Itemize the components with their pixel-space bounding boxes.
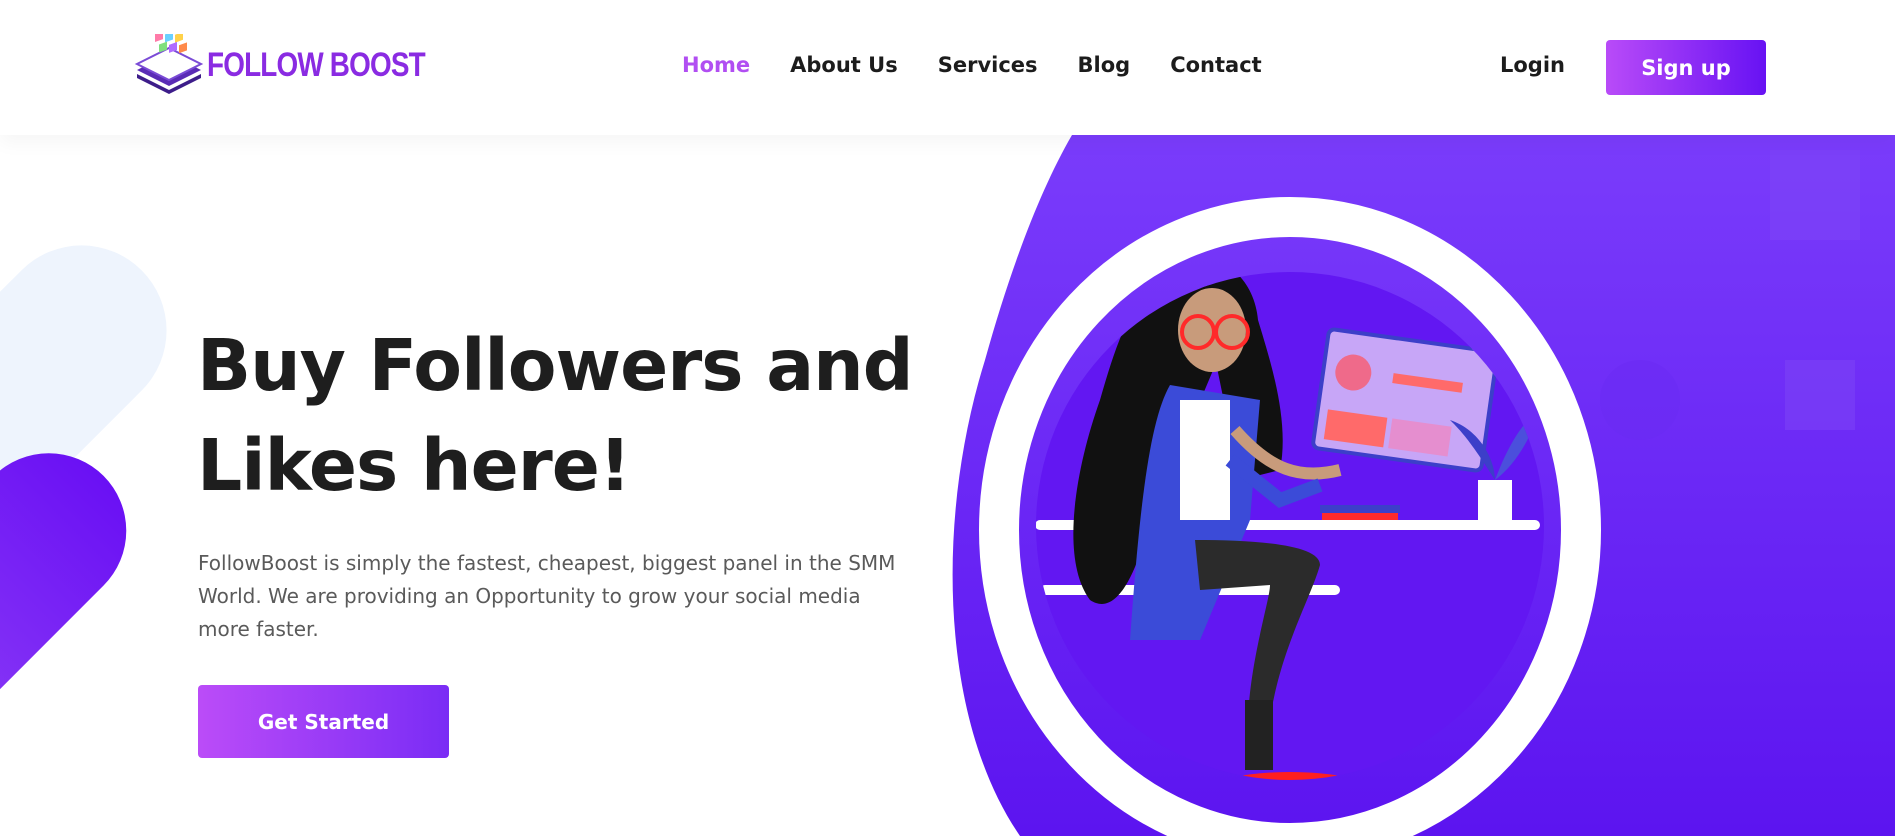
decorative-purple-pill <box>0 421 159 743</box>
hero-title: Buy Followers and Likes here! <box>197 316 957 516</box>
nav-item-contact[interactable]: Contact <box>1170 53 1262 77</box>
brand-logo[interactable]: FOLLOW BOOST <box>133 34 426 100</box>
nav-item-home[interactable]: Home <box>682 53 750 77</box>
nav-item-blog[interactable]: Blog <box>1078 53 1131 77</box>
white-ring <box>979 197 1601 836</box>
smartphone-app-grid-icon <box>134 34 204 94</box>
nav-item-services[interactable]: Services <box>938 53 1038 77</box>
login-link[interactable]: Login <box>1500 53 1565 77</box>
purple-backdrop <box>952 135 1895 836</box>
main-nav: Home About Us Services Blog Contact <box>682 53 1302 77</box>
nav-item-about-us[interactable]: About Us <box>790 53 898 77</box>
get-started-button[interactable]: Get Started <box>198 685 449 758</box>
hero-title-line2: Likes here! <box>197 424 631 507</box>
hero-description: FollowBoost is simply the fastest, cheap… <box>198 551 896 641</box>
signup-button[interactable]: Sign up <box>1606 40 1766 95</box>
page: FOLLOW BOOST Home About Us Services Blog… <box>0 0 1895 836</box>
hero-title-line1: Buy Followers and <box>197 324 914 407</box>
woman-at-desk-illustration <box>1036 272 1544 780</box>
site-header: FOLLOW BOOST Home About Us Services Blog… <box>0 0 1895 135</box>
brand-name: FOLLOW BOOST <box>207 46 426 84</box>
